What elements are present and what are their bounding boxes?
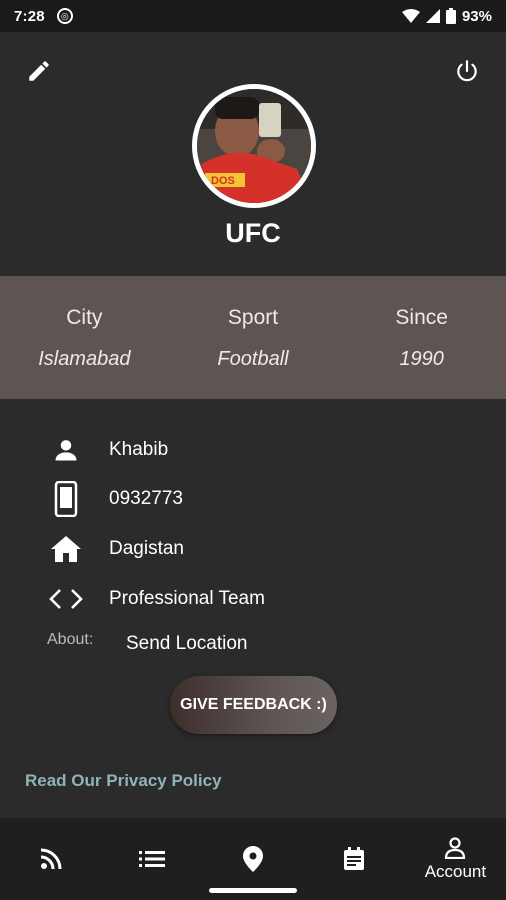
detail-row-team: Professional Team (0, 577, 506, 621)
avatar[interactable]: DOS (192, 84, 316, 208)
list-icon (138, 851, 165, 867)
nav-feed[interactable] (0, 818, 101, 900)
nav-calendar[interactable] (304, 818, 405, 900)
account-icon (445, 836, 466, 859)
status-bar: 7:28 ◎ 93% (0, 0, 506, 32)
avatar-image: DOS (197, 89, 311, 203)
privacy-policy-link[interactable]: Read Our Privacy Policy (25, 771, 222, 791)
profile-screen: 7:28 ◎ 93% DOS UFC City Islamabad Sport … (0, 0, 506, 900)
send-location-link[interactable]: Send Location (126, 633, 248, 655)
gesture-bar[interactable] (209, 888, 297, 893)
info-value: Football (217, 348, 289, 370)
status-time: 7:28 (14, 7, 45, 25)
detail-address: Dagistan (109, 538, 184, 559)
info-value: 1990 (399, 348, 444, 370)
pencil-icon (29, 61, 49, 81)
info-sport: Sport Football (169, 276, 338, 399)
info-label: Sport (227, 306, 279, 329)
rss-icon (40, 848, 62, 870)
location-icon (243, 846, 263, 872)
detail-row-phone: 0932773 (0, 477, 506, 521)
edit-button[interactable] (24, 56, 54, 86)
detail-team: Professional Team (109, 588, 265, 609)
code-icon (48, 581, 84, 617)
info-since: Since 1990 (337, 276, 506, 399)
detail-row-address: Dagistan (0, 527, 506, 571)
status-indicators: 93% (401, 7, 492, 25)
detail-name: Khabib (109, 439, 169, 460)
nav-account-label: Account (424, 861, 487, 881)
give-feedback-button[interactable]: GIVE FEEDBACK :) (170, 676, 337, 734)
profile-name: UFC (225, 218, 281, 248)
phone-icon (48, 481, 84, 517)
info-label: Since (395, 306, 448, 329)
detail-row-name: Khabib (0, 428, 506, 472)
info-label: City (66, 306, 103, 329)
nav-account[interactable]: Account (405, 818, 506, 900)
battery-icon (445, 8, 456, 24)
person-icon (48, 432, 84, 468)
power-icon (457, 60, 477, 82)
info-city: City Islamabad (0, 276, 169, 399)
svg-text:DOS: DOS (211, 175, 235, 187)
nav-list[interactable] (101, 818, 202, 900)
logout-button[interactable] (452, 56, 482, 86)
detail-phone: 0932773 (109, 488, 183, 509)
info-band: City Islamabad Sport Football Since 1990 (0, 276, 506, 399)
info-value: Islamabad (38, 348, 131, 370)
about-label: About: (47, 631, 94, 648)
signal-icon (425, 9, 440, 23)
battery-percent: 93% (461, 7, 492, 25)
wifi-icon (401, 9, 420, 23)
calendar-icon (344, 847, 365, 870)
home-icon (48, 531, 84, 567)
notification-icon: ◎ (56, 8, 73, 24)
profile-header: DOS UFC (0, 32, 506, 276)
